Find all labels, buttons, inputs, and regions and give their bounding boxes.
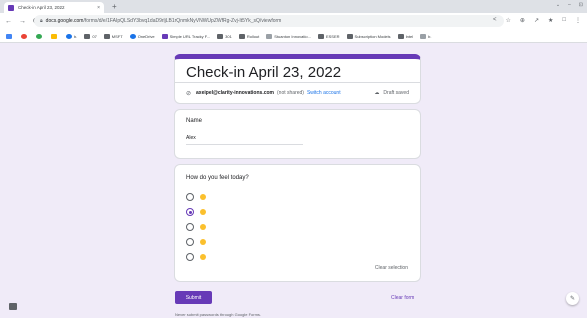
bookmark-item[interactable]: Simple URL Tracky F... [161,33,210,39]
bookmark-favicon-icon [21,33,27,39]
bookmark-item[interactable]: b. [420,33,431,39]
share-icon[interactable]: < [493,17,497,24]
folder-icon [317,33,324,39]
folder-icon [397,33,404,39]
bookmark-item[interactable]: Intel [397,33,413,39]
bookmark-item[interactable] [51,33,59,39]
forward-icon[interactable]: → [19,18,26,25]
confused-face-icon [200,239,206,245]
name-question-label: Name [186,118,203,124]
bookmark-item[interactable] [21,33,29,39]
address-bar[interactable]: 🔒︎ docs.google.com /forms/d/e/1FAIpQLSdY… [34,15,504,27]
switch-account-link[interactable]: Switch account [307,90,341,96]
bookmark-favicon-icon [36,33,42,39]
bookmark-star-icon[interactable]: ☆ [506,17,511,24]
tab-search-icon[interactable]: ⌄ [556,2,560,8]
draft-status: ☁ Draft saved [374,90,409,96]
bookmark-favicon-icon [161,33,168,39]
tab-title: Check-in April 23, 2022 [18,5,65,10]
account-bar: ⊘ axeipel@clarity-innovations.com (not s… [175,82,420,103]
folder-icon [84,33,91,39]
radio-button-selected[interactable] [186,208,194,216]
bookmark-item[interactable]: b. [66,33,77,39]
bookmark-item[interactable]: 07 [84,33,97,39]
clear-selection-button[interactable]: Clear selection [375,265,408,271]
apps-icon [6,33,12,39]
neutral-face-icon [200,194,206,200]
report-icon[interactable] [9,303,17,310]
clear-form-button[interactable]: Clear form [391,295,414,301]
bookmark-item[interactable]: ESSER [317,33,340,39]
tab-check-in[interactable]: Check-in April 23, 2022 × [4,2,104,13]
sidebar-icon[interactable]: □ [562,17,566,24]
menu-icon[interactable]: ⋮ [575,17,581,24]
bookmark-favicon-icon [66,33,72,39]
url-path: /forms/d/e/1FAIpQLSdY3bvq1daD9rljLB1rQnm… [83,18,282,24]
form-title: Check-in April 23, 2022 [186,64,342,81]
restore-icon[interactable]: ⊡ [579,2,583,8]
tab-close-icon[interactable]: × [97,5,100,11]
bookmark-item[interactable]: MSFT [103,33,123,39]
radio-button[interactable] [186,238,194,246]
bookmark-favicon-icon [420,33,427,39]
toolbar-icons: < ☆ ⊕ ↗ ★ □ ⋮ [493,17,581,24]
lock-icon: 🔒︎ [40,18,43,24]
cloud-saved-icon: ☁ [374,90,380,96]
radio-button[interactable] [186,223,194,231]
name-question-card: Name Alex [174,109,421,159]
bookmark-item[interactable]: Rollout [238,33,259,39]
feeling-option[interactable] [186,223,206,231]
grinning-face-icon [200,224,206,230]
account-status: (not shared) [277,90,304,96]
form-header-card: Check-in April 23, 2022 ⊘ axeipel@clarit… [174,54,421,104]
folder-icon [103,33,110,39]
feeling-option[interactable] [186,253,206,261]
password-warning: Never submit passwords through Google Fo… [175,312,262,317]
onedrive-icon [129,33,136,39]
minimize-icon[interactable]: – [568,2,571,8]
feeling-option[interactable] [186,193,206,201]
crying-face-icon [200,254,206,260]
folder-icon [346,33,353,39]
feeling-question-label: How do you feel today? [186,175,249,181]
pin-icon[interactable]: ↗ [534,17,539,24]
not-shared-icon: ⊘ [186,90,192,97]
folder-icon [238,33,245,39]
bookmark-item[interactable] [6,33,14,39]
google-forms-icon [8,4,14,11]
new-tab-button[interactable]: + [112,2,117,11]
bookmark-item[interactable]: 301 [217,33,232,39]
bookmark-item[interactable] [36,33,44,39]
bookmarks-bar: b. 07 MSFT OneDrive Simple URL Tracky F.… [0,30,587,43]
bookmark-item[interactable]: OneDrive [129,33,155,39]
bookmark-item[interactable]: Stuanton Innovatio... [266,33,311,39]
radio-button[interactable] [186,253,194,261]
window-controls: ⌄ – ⊡ [556,2,583,8]
feeling-option[interactable] [186,238,206,246]
back-icon[interactable]: ← [5,18,12,25]
account-email: axeipel@clarity-innovations.com [196,90,274,96]
bookmark-favicon-icon [266,33,273,39]
bookmark-favicon-icon [51,33,57,39]
browser-toolbar: ← → C 🔒︎ docs.google.com /forms/d/e/1FAI… [0,13,587,30]
bookmark-item[interactable]: Subscription Models [346,33,391,39]
feeling-question-card: How do you feel today? Clear selection [174,164,421,282]
smiling-face-icon [200,209,206,215]
edit-pencil-icon[interactable]: ✎ [566,292,579,305]
extension-icon[interactable]: ⊕ [520,17,525,24]
radio-button[interactable] [186,193,194,201]
submit-button[interactable]: Submit [175,291,212,304]
feeling-option[interactable] [186,208,206,216]
extensions-puzzle-icon[interactable]: ★ [548,17,553,24]
url-host: docs.google.com [45,18,84,24]
name-input[interactable]: Alex [186,135,303,145]
draft-status-text: Draft saved [383,90,409,96]
folder-icon [217,33,224,39]
tab-strip: Check-in April 23, 2022 × + ⌄ – ⊡ [0,0,587,13]
